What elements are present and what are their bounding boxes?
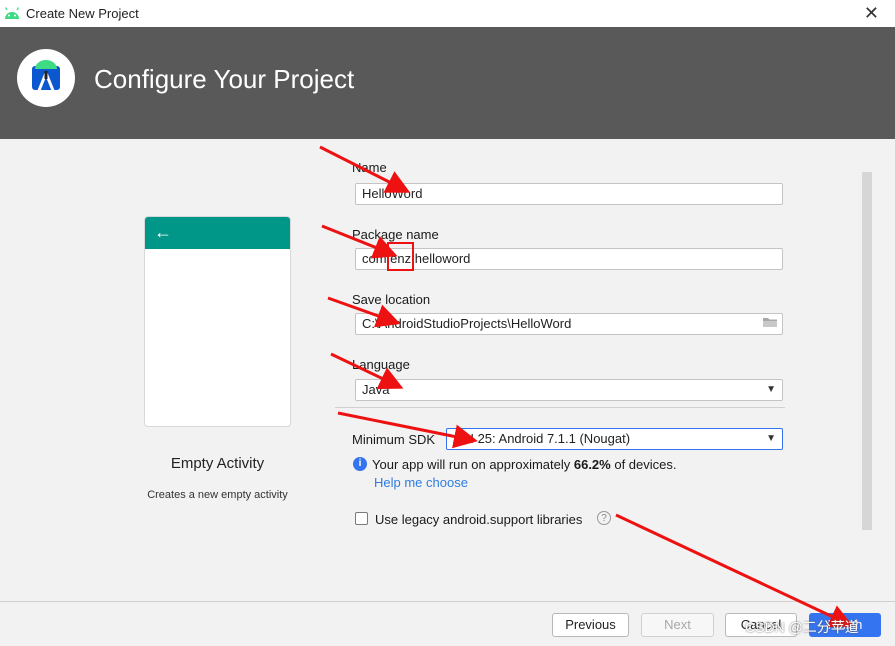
title-bar: Create New Project ✕: [0, 0, 895, 27]
template-description: Creates a new empty activity: [147, 489, 288, 501]
previous-button[interactable]: Previous: [552, 613, 629, 637]
android-icon: [4, 7, 20, 19]
legacy-libraries-checkbox[interactable]: [355, 512, 368, 525]
save-location-value: C:\AndroidStudioProjects\HelloWord: [362, 316, 572, 331]
chevron-down-icon: ▼: [766, 384, 776, 395]
chevron-down-icon: ▼: [766, 433, 776, 444]
device-coverage-text: Your app will run on approximately 66.2%…: [372, 457, 677, 472]
minimum-sdk-select[interactable]: API 25: Android 7.1.1 (Nougat) ▼: [446, 428, 783, 450]
info-icon: i: [353, 457, 367, 471]
wizard-header: Configure Your Project: [0, 27, 895, 139]
coverage-percent: 66.2%: [573, 457, 611, 472]
legacy-libraries-label[interactable]: Use legacy android.support libraries: [375, 512, 582, 527]
template-preview: ←: [144, 216, 291, 427]
footer-divider: [0, 601, 895, 602]
arrow-back-icon: ←: [154, 222, 172, 242]
close-icon[interactable]: ✕: [864, 3, 879, 24]
save-location-label: Save location: [352, 292, 431, 307]
highlight-box: [387, 242, 414, 271]
package-name-field[interactable]: com.enz.helloword: [355, 248, 783, 270]
page-title: Configure Your Project: [94, 64, 355, 94]
minimum-sdk-value: API 25: Android 7.1.1 (Nougat): [453, 431, 631, 446]
template-name: Empty Activity: [170, 455, 265, 472]
name-label: Name: [352, 160, 387, 175]
language-value: Java: [362, 382, 390, 397]
android-studio-icon: [32, 60, 60, 94]
minimum-sdk-label: Minimum SDK: [352, 432, 436, 447]
language-label: Language: [352, 357, 410, 372]
window-title: Create New Project: [26, 6, 139, 21]
preview-app-bar: ←: [145, 217, 290, 249]
annotation-arrow: [615, 513, 854, 628]
help-me-choose-link[interactable]: Help me choose: [374, 475, 468, 490]
help-icon[interactable]: ?: [597, 511, 611, 525]
section-divider: [335, 407, 785, 408]
name-field[interactable]: HelloWord: [355, 183, 783, 205]
language-select[interactable]: Java ▼: [355, 379, 783, 401]
watermark: CSDN @二分苹道: [745, 619, 859, 635]
package-name-label: Package name: [352, 227, 439, 242]
scrollbar[interactable]: [862, 172, 872, 530]
android-studio-logo: [17, 49, 75, 107]
next-button[interactable]: Next: [641, 613, 714, 637]
save-location-field[interactable]: C:\AndroidStudioProjects\HelloWord: [355, 313, 783, 335]
folder-icon[interactable]: [762, 315, 778, 329]
